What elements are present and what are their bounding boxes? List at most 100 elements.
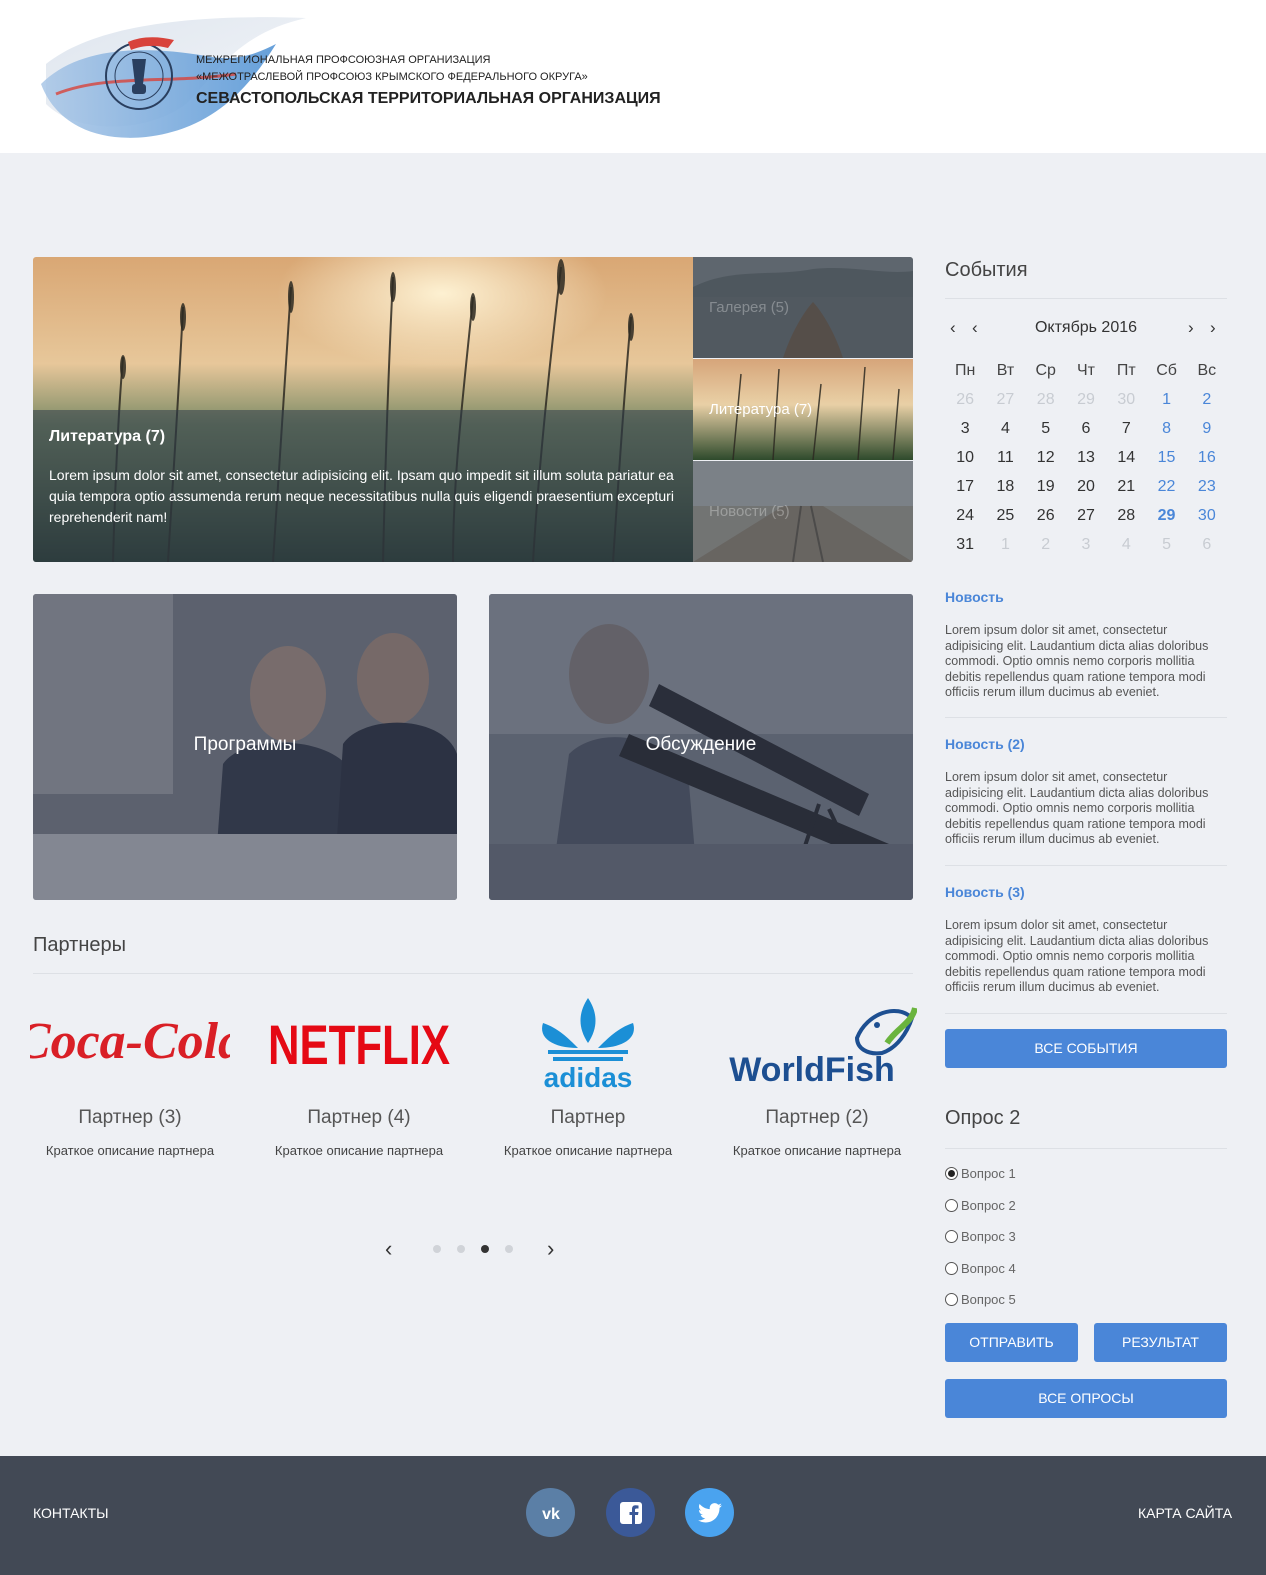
slide-title[interactable]: Литература (7) [49, 428, 165, 446]
calendar-day[interactable]: 4 [985, 417, 1025, 446]
partner-card[interactable]: Coca-Cola Партнер (3) Краткое описание п… [25, 985, 235, 1159]
calendar-day-today[interactable]: 29 [1146, 504, 1186, 533]
calendar-day[interactable]: 29 [1066, 388, 1106, 417]
calendar-day[interactable]: 19 [1026, 475, 1066, 504]
calendar-day[interactable]: 6 [1187, 533, 1227, 562]
calendar-day[interactable]: 21 [1106, 475, 1146, 504]
calendar-month: Октябрь 2016 [1034, 319, 1138, 336]
poll-submit-button[interactable]: ОТПРАВИТЬ [945, 1323, 1078, 1362]
partner-description: Краткое описание партнера [274, 1143, 444, 1158]
poll-option[interactable]: Вопрос 5 [945, 1290, 1016, 1308]
facebook-icon[interactable] [606, 1488, 655, 1537]
partner-card[interactable]: adidas Партнер Краткое описание партнера [483, 985, 693, 1158]
footer-contacts-link[interactable]: КОНТАКТЫ [33, 1505, 109, 1521]
carousel-prev-icon[interactable]: ‹ [385, 1236, 392, 1262]
calendar-day[interactable]: 1 [985, 533, 1025, 562]
poll-option[interactable]: Вопрос 3 [945, 1227, 1016, 1245]
calendar-day[interactable]: 13 [1066, 446, 1106, 475]
calendar-day[interactable]: 22 [1146, 475, 1186, 504]
site-footer: КОНТАКТЫ vk КАРТА САЙТА [0, 1456, 1266, 1575]
site-logo[interactable]: МЕЖРЕГИОНАЛЬНАЯ ПРОФСОЮЗНАЯ ОРГАНИЗАЦИЯ … [36, 14, 676, 139]
calendar-day[interactable]: 27 [1066, 504, 1106, 533]
radio-button-checked[interactable] [945, 1166, 958, 1180]
calendar-day[interactable]: 28 [1106, 504, 1146, 533]
calendar-day[interactable]: 5 [1146, 533, 1186, 562]
calendar-day[interactable]: 12 [1026, 446, 1066, 475]
calendar-day[interactable]: 18 [985, 475, 1025, 504]
calendar-day[interactable]: 14 [1106, 446, 1146, 475]
carousel-dot[interactable] [457, 1245, 465, 1253]
footer-sitemap-link[interactable]: КАРТА САЙТА [1138, 1505, 1232, 1521]
events-divider [945, 298, 1227, 299]
calendar-day[interactable]: 3 [1066, 533, 1106, 562]
calendar-week-row: 26 27 28 29 30 1 2 [945, 388, 1227, 417]
carousel-dot[interactable] [433, 1245, 441, 1253]
news-title[interactable]: Новость (3) [945, 884, 1227, 900]
partner-name[interactable]: Партнер (3) [25, 1107, 235, 1129]
poll-option[interactable]: Вопрос 1 [945, 1164, 1016, 1182]
calendar-day[interactable]: 2 [1187, 388, 1227, 417]
calendar-grid: Пн Вт Ср Чт Пт Сб Вс 26 27 28 29 30 1 2 3 4 5 6 7 8 9 10 11 12 1… [945, 359, 1227, 562]
calendar-day[interactable]: 23 [1187, 475, 1227, 504]
carousel-dot-active[interactable] [481, 1245, 489, 1253]
calendar-day[interactable]: 2 [1026, 533, 1066, 562]
calendar-day[interactable]: 27 [985, 388, 1025, 417]
partner-card[interactable]: NETFLIX Партнер (4) Краткое описание пар… [254, 985, 464, 1159]
calendar-day[interactable]: 20 [1066, 475, 1106, 504]
slider-thumb-news[interactable]: Новости (5) [693, 461, 913, 562]
news-title[interactable]: Новость [945, 589, 1227, 605]
slide-main[interactable]: Литература (7) Lorem ipsum dolor sit ame… [33, 257, 693, 562]
calendar-day[interactable]: 3 [945, 417, 985, 446]
thumb-label-news: Новости (5) [709, 503, 790, 520]
tile-programs[interactable]: Программы [33, 594, 457, 900]
carousel-dot[interactable] [505, 1245, 513, 1253]
calendar-day[interactable]: 4 [1106, 533, 1146, 562]
all-polls-button[interactable]: ВСЕ ОПРОСЫ [945, 1379, 1227, 1418]
slider-thumb-literature[interactable]: Литература (7) [693, 359, 913, 460]
calendar-day[interactable]: 11 [985, 446, 1025, 475]
calendar-day[interactable]: 7 [1106, 417, 1146, 446]
radio-button[interactable] [945, 1229, 958, 1243]
poll-results-button[interactable]: РЕЗУЛЬТАТ [1094, 1323, 1227, 1362]
calendar-day[interactable]: 6 [1066, 417, 1106, 446]
site-header: МЕЖРЕГИОНАЛЬНАЯ ПРОФСОЮЗНАЯ ОРГАНИЗАЦИЯ … [0, 0, 1266, 153]
calendar-day[interactable]: 30 [1106, 388, 1146, 417]
poll-option[interactable]: Вопрос 2 [945, 1196, 1016, 1214]
radio-button[interactable] [945, 1292, 958, 1306]
radio-button[interactable] [945, 1261, 958, 1275]
slider-thumb-gallery[interactable]: Галерея (5) [693, 257, 913, 358]
calendar-day[interactable]: 15 [1146, 446, 1186, 475]
partner-name[interactable]: Партнер [483, 1107, 693, 1129]
calendar-day[interactable]: 26 [945, 388, 985, 417]
calendar-day[interactable]: 1 [1146, 388, 1186, 417]
all-events-button[interactable]: ВСЕ СОБЫТИЯ [945, 1029, 1227, 1068]
tile-discussion[interactable]: Обсуждение [489, 594, 913, 900]
partner-card[interactable]: WorldFish Партнер (2) Краткое описание п… [712, 985, 922, 1158]
calendar-day[interactable]: 9 [1187, 417, 1227, 446]
calendar-day[interactable]: 10 [945, 446, 985, 475]
calendar-day[interactable]: 5 [1026, 417, 1066, 446]
calendar-day[interactable]: 30 [1187, 504, 1227, 533]
calendar-day[interactable]: 31 [945, 533, 985, 562]
news-text: Lorem ipsum dolor sit amet, consectetur … [945, 770, 1209, 846]
calendar-day[interactable]: 26 [1026, 504, 1066, 533]
partner-name[interactable]: Партнер (4) [254, 1107, 464, 1129]
poll-option[interactable]: Вопрос 4 [945, 1259, 1016, 1277]
partner-name[interactable]: Партнер (2) [712, 1107, 922, 1129]
calendar-next-month-icon[interactable]: › [1188, 318, 1194, 338]
calendar-prev-year-icon[interactable]: ‹ [950, 318, 956, 338]
calendar-day[interactable]: 24 [945, 504, 985, 533]
vk-icon[interactable]: vk [526, 1488, 575, 1537]
twitter-icon[interactable] [685, 1488, 734, 1537]
calendar-day[interactable]: 8 [1146, 417, 1186, 446]
calendar-weekday-row: Пн Вт Ср Чт Пт Сб Вс [945, 359, 1227, 388]
calendar-day[interactable]: 16 [1187, 446, 1227, 475]
news-title[interactable]: Новость (2) [945, 736, 1227, 752]
carousel-next-icon[interactable]: › [547, 1236, 554, 1262]
calendar-day[interactable]: 28 [1026, 388, 1066, 417]
calendar-day[interactable]: 25 [985, 504, 1025, 533]
radio-button[interactable] [945, 1198, 958, 1212]
calendar-next-year-icon[interactable]: › [1210, 318, 1216, 338]
calendar-day[interactable]: 17 [945, 475, 985, 504]
calendar-prev-month-icon[interactable]: ‹ [972, 318, 978, 338]
